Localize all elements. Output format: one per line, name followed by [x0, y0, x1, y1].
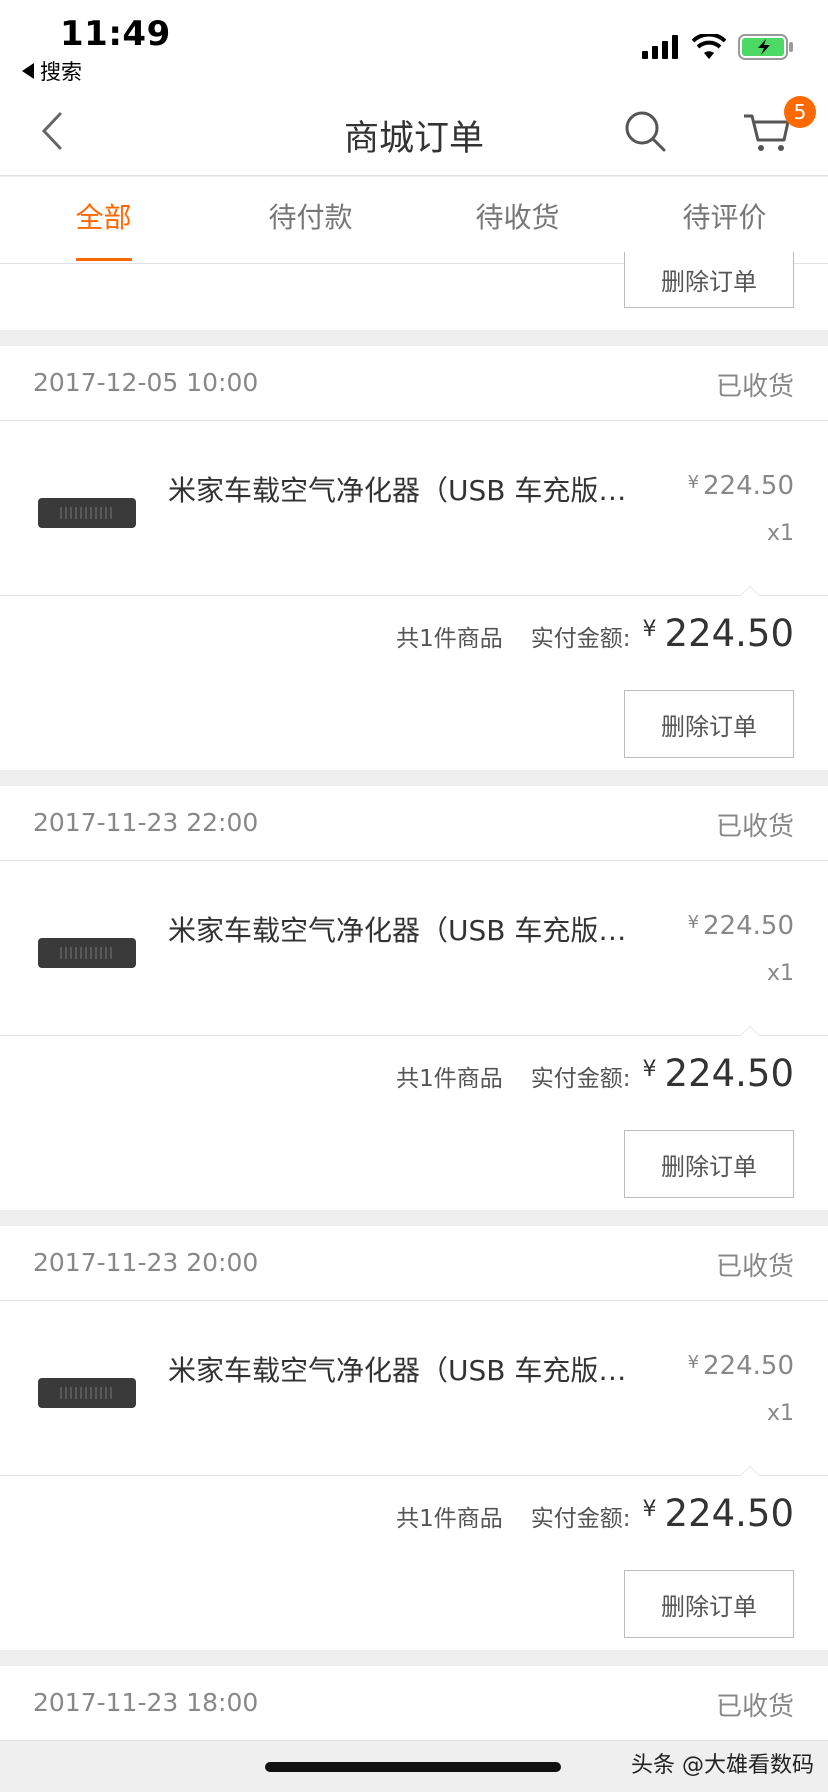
item-count: 共1件商品 — [396, 1506, 503, 1532]
product-quantity: x1 — [766, 521, 794, 546]
card-separator — [0, 1650, 828, 1666]
delete-order-label: 删除订单 — [661, 712, 757, 741]
order-card[interactable]: 2017-11-23 20:00 已收货 米家车载空气净化器（USB 车充版… … — [0, 1226, 828, 1650]
tab-all[interactable]: 全部 — [0, 177, 207, 263]
status-back-to-search[interactable]: 搜索 — [22, 56, 82, 86]
currency-symbol: ¥ — [642, 1497, 657, 1522]
search-icon[interactable] — [620, 106, 670, 156]
order-item[interactable]: 米家车载空气净化器（USB 车充版… ¥224.50 x1 — [0, 861, 828, 1036]
product-price: ¥224.50 — [688, 911, 794, 941]
order-header: 2017-11-23 20:00 已收货 — [0, 1226, 828, 1301]
product-name: 米家车载空气净化器（USB 车充版… — [168, 474, 627, 507]
delete-order-label: 删除订单 — [661, 268, 757, 296]
order-summary: 共1件商品 实付金额: ¥ 224.50 — [396, 1052, 794, 1095]
order-status: 已收货 — [715, 812, 794, 842]
paid-amount-label: 实付金额: — [530, 1506, 631, 1532]
wifi-icon — [692, 34, 726, 59]
tab-active-indicator — [75, 258, 132, 261]
product-name: 米家车载空气净化器（USB 车充版… — [168, 1354, 627, 1387]
tab-label: 待付款 — [268, 201, 353, 234]
divider-notch — [740, 1026, 760, 1036]
nav-bar: 商城订单 5 — [0, 88, 828, 176]
order-header: 2017-11-23 22:00 已收货 — [0, 786, 828, 861]
order-summary: 共1件商品 实付金额: ¥ 224.50 — [396, 1492, 794, 1535]
product-price-value: 224.50 — [703, 1351, 794, 1381]
card-separator — [0, 1210, 828, 1226]
card-separator — [0, 330, 828, 346]
order-card[interactable]: 2017-12-05 10:00 已收货 米家车载空气净化器（USB 车充版… … — [0, 346, 828, 770]
currency-symbol: ¥ — [642, 617, 657, 642]
product-quantity: x1 — [766, 961, 794, 986]
order-card[interactable]: 2017-11-23 22:00 已收货 米家车载空气净化器（USB 车充版… … — [0, 786, 828, 1210]
product-price-value: 224.50 — [703, 471, 794, 501]
order-item[interactable]: 米家车载空气净化器（USB 车充版… ¥224.50 x1 — [0, 421, 828, 596]
home-indicator[interactable] — [265, 1762, 561, 1772]
page-title: 商城订单 — [343, 119, 484, 159]
cart-badge: 5 — [784, 96, 816, 128]
tab-pending-review[interactable]: 待评价 — [621, 177, 828, 263]
paid-amount-label: 实付金额: — [530, 1066, 631, 1092]
divider-notch — [740, 586, 760, 596]
currency-symbol: ¥ — [687, 472, 700, 493]
product-price: ¥224.50 — [688, 471, 794, 501]
tab-label: 全部 — [75, 201, 132, 234]
status-time: 11:49 — [60, 14, 171, 54]
order-footer: 共1件商品 实付金额: ¥ 224.50 删除订单 — [0, 1036, 828, 1210]
product-price-value: 224.50 — [703, 911, 794, 941]
order-status: 已收货 — [715, 1252, 794, 1282]
order-status: 已收货 — [715, 372, 794, 402]
order-card-partial: 删除订单 — [0, 252, 828, 330]
delete-order-label: 删除订单 — [661, 1152, 757, 1181]
order-date: 2017-11-23 20:00 — [33, 1248, 259, 1277]
product-price: ¥224.50 — [688, 1351, 794, 1381]
order-tabs: 全部 待付款 待收货 待评价 — [0, 177, 828, 264]
card-separator — [0, 770, 828, 786]
paid-amount: 224.50 — [664, 1052, 794, 1095]
tab-pending-receipt[interactable]: 待收货 — [414, 177, 621, 263]
order-footer: 共1件商品 实付金额: ¥ 224.50 删除订单 — [0, 596, 828, 770]
tab-label: 待收货 — [475, 201, 560, 234]
currency-symbol: ¥ — [687, 912, 700, 933]
product-image — [38, 498, 136, 528]
order-summary: 共1件商品 实付金额: ¥ 224.50 — [396, 612, 794, 655]
tab-pending-payment[interactable]: 待付款 — [207, 177, 414, 263]
paid-amount-label: 实付金额: — [530, 626, 631, 652]
order-status: 已收货 — [715, 1692, 794, 1722]
order-date: 2017-12-05 10:00 — [33, 368, 259, 397]
status-indicators — [642, 34, 794, 60]
delete-order-button[interactable]: 删除订单 — [624, 1130, 794, 1198]
order-list: 删除订单 2017-12-05 10:00 已收货 米家车载空气净化器（USB … — [0, 252, 828, 1741]
delete-order-button[interactable]: 删除订单 — [624, 252, 794, 308]
product-quantity: x1 — [766, 1401, 794, 1426]
order-header: 2017-12-05 10:00 已收货 — [0, 346, 828, 421]
product-image — [38, 938, 136, 968]
order-date: 2017-11-23 18:00 — [33, 1688, 259, 1717]
delete-order-label: 删除订单 — [661, 1592, 757, 1621]
delete-order-button[interactable]: 删除订单 — [624, 690, 794, 758]
tab-label: 待评价 — [682, 201, 767, 234]
order-footer: 共1件商品 实付金额: ¥ 224.50 删除订单 — [0, 1476, 828, 1650]
status-back-label: 搜索 — [40, 60, 82, 84]
paid-amount: 224.50 — [664, 612, 794, 655]
order-card-partial[interactable]: 2017-11-23 18:00 已收货 — [0, 1666, 828, 1741]
delete-order-button[interactable]: 删除订单 — [624, 1570, 794, 1638]
product-image — [38, 1378, 136, 1408]
back-triangle-icon — [22, 63, 34, 79]
battery-charging-icon — [738, 34, 793, 60]
divider-notch — [740, 1466, 760, 1476]
currency-symbol: ¥ — [687, 1352, 700, 1373]
item-count: 共1件商品 — [396, 1066, 503, 1092]
watermark: 头条 @大雄看数码 — [631, 1753, 814, 1778]
product-name: 米家车载空气净化器（USB 车充版… — [168, 914, 627, 947]
order-date: 2017-11-23 22:00 — [33, 808, 259, 837]
order-item[interactable]: 米家车载空气净化器（USB 车充版… ¥224.50 x1 — [0, 1301, 828, 1476]
status-bar: 11:49 搜索 — [0, 0, 828, 88]
item-count: 共1件商品 — [396, 626, 503, 652]
currency-symbol: ¥ — [642, 1057, 657, 1082]
signal-icon — [642, 35, 678, 59]
paid-amount: 224.50 — [664, 1492, 794, 1535]
